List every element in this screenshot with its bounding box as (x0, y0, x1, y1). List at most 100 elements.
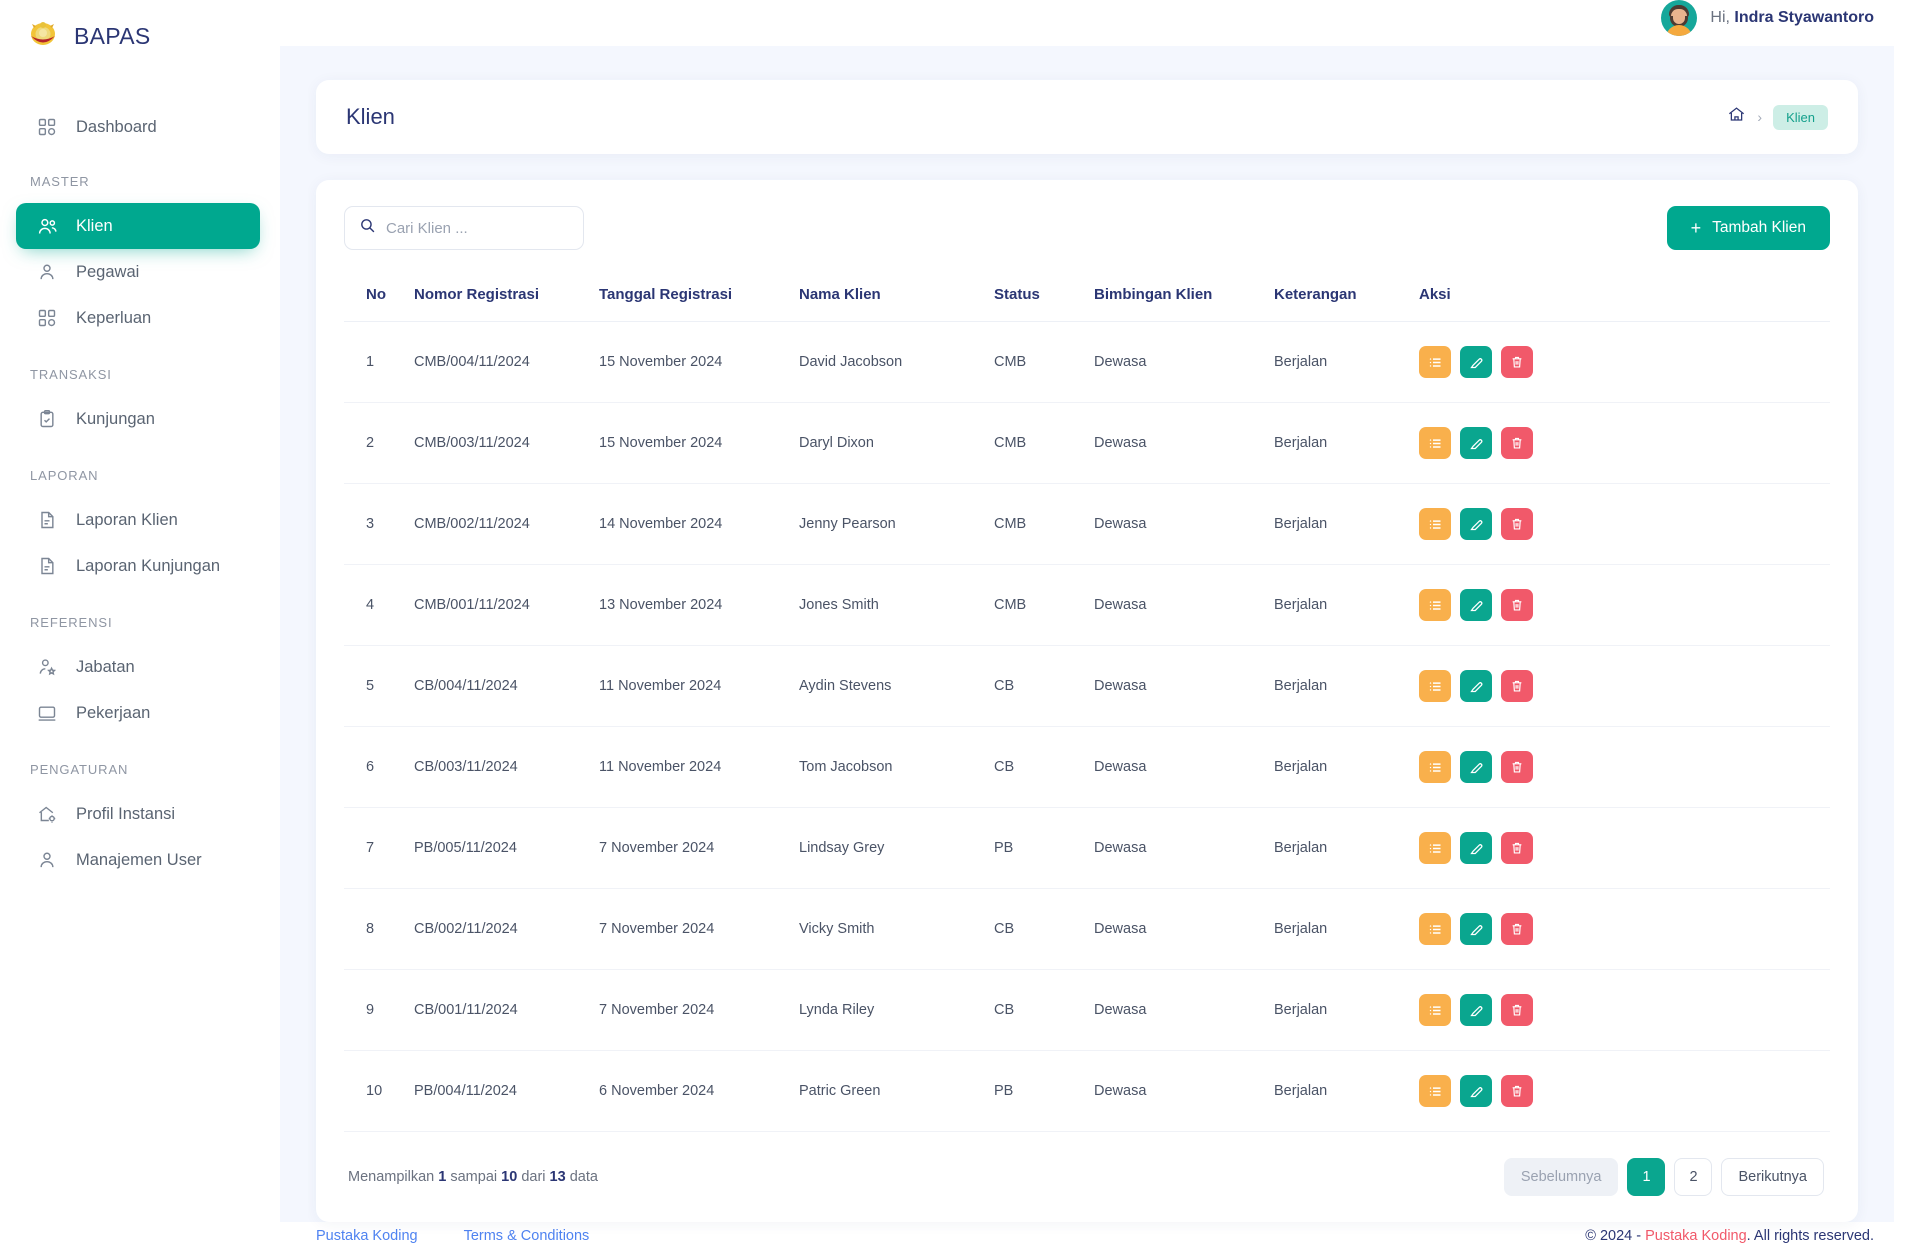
footer-copyright: © 2024 - Pustaka Koding. All rights rese… (1585, 1228, 1874, 1244)
cell-no: 9 (344, 969, 414, 1051)
trash-delete-button[interactable] (1501, 508, 1533, 540)
edit-pencil-button[interactable] (1460, 427, 1492, 459)
user-menu[interactable]: Hi, Indra Styawantoro (1661, 0, 1874, 36)
table-row: 6 CB/003/11/2024 11 November 2024 Tom Jacob… (344, 726, 1830, 808)
sidebar-section-master: MASTER (30, 174, 90, 189)
trash-delete-button[interactable] (1501, 751, 1533, 783)
sidebar-item-manajemen-user[interactable]: Manajemen User (16, 837, 260, 883)
sidebar-item-klien[interactable]: Klien (16, 203, 260, 249)
pagination-prev[interactable]: Sebelumnya (1503, 1158, 1619, 1196)
page-header-card: Klien › Klien (316, 80, 1858, 154)
sidebar-item-jabatan[interactable]: Jabatan (16, 644, 260, 690)
trash-delete-button[interactable] (1501, 1075, 1533, 1107)
search-icon (359, 217, 376, 239)
cell-nama: Jenny Pearson (799, 483, 994, 565)
trash-delete-button[interactable] (1501, 913, 1533, 945)
trash-delete-button[interactable] (1501, 589, 1533, 621)
cell-bimbingan: Dewasa (1094, 1050, 1274, 1132)
cell-nomor: CB/003/11/2024 (414, 726, 599, 808)
row-actions (1419, 427, 1830, 459)
cell-tanggal: 11 November 2024 (599, 645, 799, 727)
sidebar-item-keperluan[interactable]: Keperluan (16, 295, 260, 341)
pagination-page-1[interactable]: 1 (1627, 1158, 1666, 1196)
cell-aksi (1419, 807, 1830, 889)
cell-no: 4 (344, 564, 414, 646)
list-detail-button[interactable] (1419, 832, 1451, 864)
cell-nomor: CB/002/11/2024 (414, 888, 599, 970)
cell-nama: Lindsay Grey (799, 807, 994, 889)
app-root: BAPAS Dashboard MASTER Klien Pegawai Keperlu… (0, 0, 1920, 1250)
sidebar-item-label: Dashboard (76, 117, 157, 136)
edit-pencil-button[interactable] (1460, 346, 1492, 378)
list-detail-button[interactable] (1419, 1075, 1451, 1107)
cell-keterangan: Berjalan (1274, 888, 1419, 970)
showing-part: dari (517, 1169, 546, 1185)
garuda-crest-icon (26, 19, 60, 53)
trash-delete-button[interactable] (1501, 346, 1533, 378)
sidebar-item-dashboard[interactable]: Dashboard (16, 104, 260, 150)
add-klien-button[interactable]: + Tambah Klien (1666, 206, 1830, 250)
row-actions (1419, 832, 1830, 864)
list-detail-button[interactable] (1419, 589, 1451, 621)
cell-no: 8 (344, 888, 414, 970)
edit-pencil-button[interactable] (1460, 670, 1492, 702)
trash-delete-button[interactable] (1501, 994, 1533, 1026)
col-header-tanggal-registrasi: Tanggal Registrasi (599, 272, 799, 322)
sidebar-item-laporan-kunjungan[interactable]: Laporan Kunjungan (16, 543, 260, 589)
col-header-keterangan: Keterangan (1274, 272, 1419, 322)
cell-aksi (1419, 321, 1830, 403)
sidebar-item-pegawai[interactable]: Pegawai (16, 249, 260, 295)
edit-pencil-button[interactable] (1460, 913, 1492, 945)
trash-delete-button[interactable] (1501, 832, 1533, 864)
list-detail-button[interactable] (1419, 346, 1451, 378)
sidebar-item-laporan-klien[interactable]: Laporan Klien (16, 497, 260, 543)
showing-part: 1 (434, 1169, 447, 1185)
row-actions (1419, 751, 1830, 783)
pagination-next[interactable]: Berikutnya (1721, 1158, 1824, 1196)
sidebar-section-pengaturan: PENGATURAN (30, 762, 129, 777)
table-row: 9 CB/001/11/2024 7 November 2024 Lynda Rile… (344, 969, 1830, 1051)
add-klien-label: Tambah Klien (1712, 219, 1806, 236)
cell-bimbingan: Dewasa (1094, 807, 1274, 889)
edit-pencil-button[interactable] (1460, 589, 1492, 621)
list-detail-button[interactable] (1419, 913, 1451, 945)
cell-keterangan: Berjalan (1274, 564, 1419, 646)
trash-delete-button[interactable] (1501, 427, 1533, 459)
search-box[interactable] (344, 206, 584, 250)
search-input[interactable] (386, 219, 569, 237)
list-detail-button[interactable] (1419, 508, 1451, 540)
edit-pencil-button[interactable] (1460, 1075, 1492, 1107)
sidebar-item-pekerjaan[interactable]: Pekerjaan (16, 690, 260, 736)
table-card: + Tambah Klien NoNomor RegistrasiTanggal… (316, 180, 1858, 1222)
trash-delete-button[interactable] (1501, 670, 1533, 702)
footer-link-terms-conditions[interactable]: Terms & Conditions (464, 1228, 590, 1244)
edit-pencil-button[interactable] (1460, 832, 1492, 864)
footer-link-pustaka-koding[interactable]: Pustaka Koding (316, 1228, 418, 1244)
cell-no: 7 (344, 807, 414, 889)
list-detail-button[interactable] (1419, 670, 1451, 702)
list-detail-button[interactable] (1419, 994, 1451, 1026)
row-actions (1419, 508, 1830, 540)
cell-no: 3 (344, 483, 414, 565)
document-icon (36, 555, 58, 577)
topbar: Hi, Indra Styawantoro (280, 0, 1920, 36)
sidebar-item-profil-instansi[interactable]: Profil Instansi (16, 791, 260, 837)
pagination-page-2[interactable]: 2 (1674, 1158, 1713, 1196)
sidebar-item-kunjungan[interactable]: Kunjungan (16, 396, 260, 442)
edit-pencil-button[interactable] (1460, 994, 1492, 1026)
home-icon[interactable] (1727, 105, 1746, 129)
edit-pencil-button[interactable] (1460, 508, 1492, 540)
list-detail-button[interactable] (1419, 427, 1451, 459)
brand-title: BAPAS (74, 22, 151, 49)
list-detail-button[interactable] (1419, 751, 1451, 783)
grid-icon (36, 307, 58, 329)
cell-nomor: PB/004/11/2024 (414, 1050, 599, 1132)
edit-pencil-button[interactable] (1460, 751, 1492, 783)
showing-part: 13 (545, 1169, 566, 1185)
cell-keterangan: Berjalan (1274, 645, 1419, 727)
cell-bimbingan: Dewasa (1094, 402, 1274, 484)
col-header-status: Status (994, 272, 1094, 322)
cell-nomor: CMB/002/11/2024 (414, 483, 599, 565)
cell-bimbingan: Dewasa (1094, 483, 1274, 565)
cell-status: CMB (994, 402, 1094, 484)
